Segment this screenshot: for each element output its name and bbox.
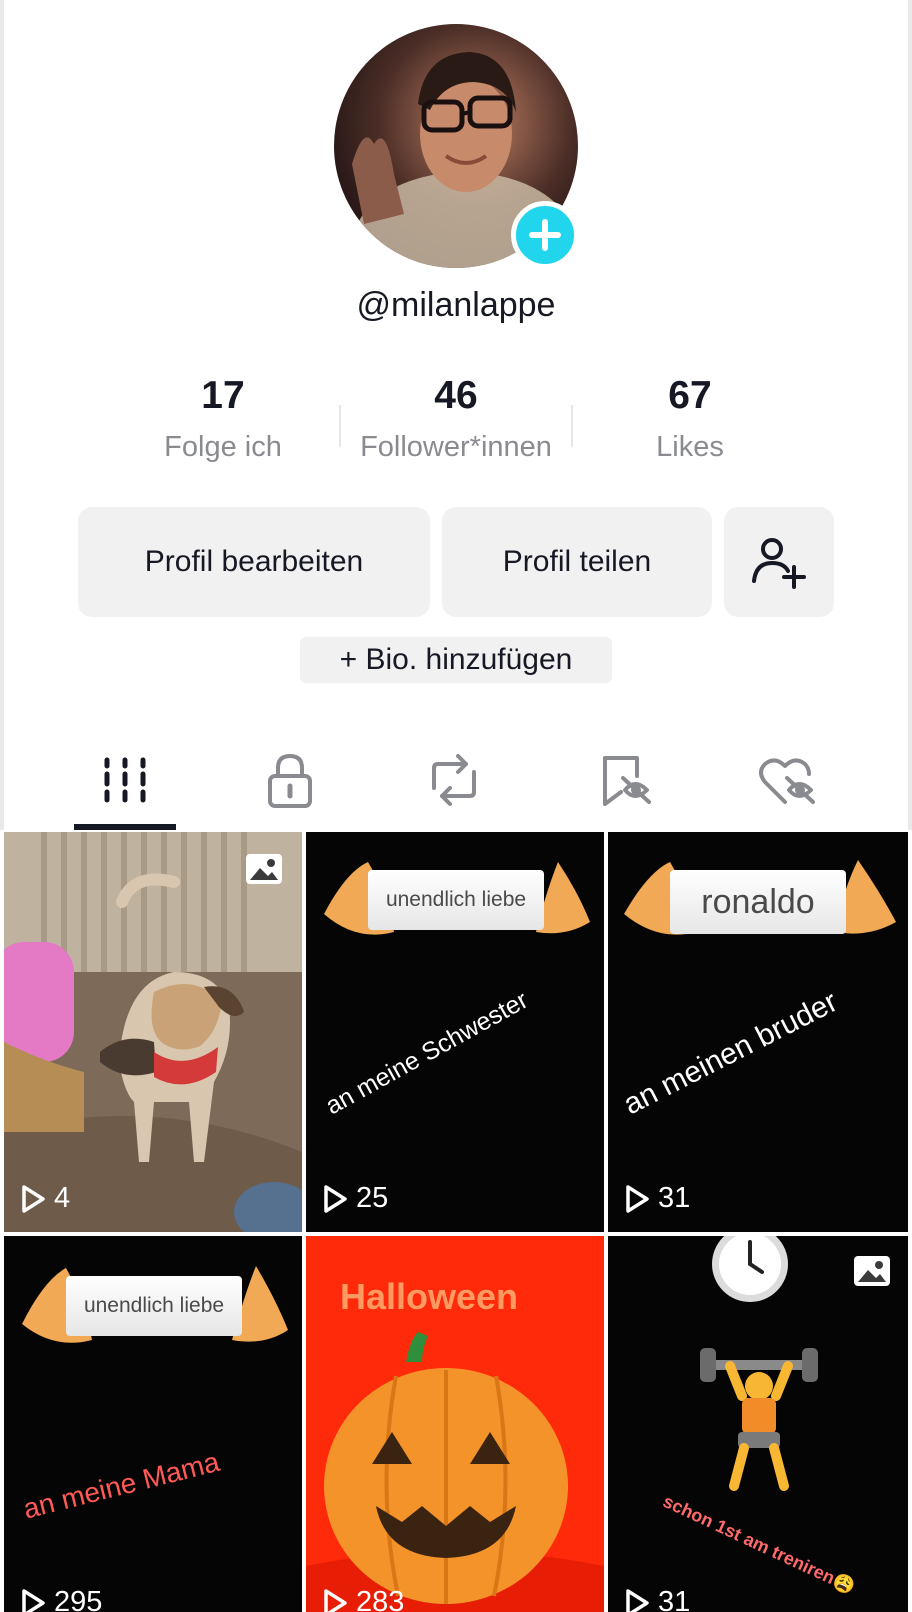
video-tile[interactable]: Halloween 283: [306, 1236, 604, 1612]
fortune-slip: unendlich liebe: [66, 1276, 242, 1336]
likes-count: 67: [668, 374, 712, 417]
view-count: 283: [322, 1586, 404, 1612]
view-count-value: 25: [356, 1182, 389, 1214]
video-title: Halloween: [340, 1276, 519, 1317]
add-friend-button[interactable]: [724, 507, 834, 617]
view-count-value: 31: [658, 1586, 691, 1612]
share-profile-button[interactable]: Profil teilen: [442, 507, 712, 617]
play-icon: [22, 1588, 45, 1612]
video-grid: 4 unendlich liebe an meine Schwester 25: [0, 830, 912, 1612]
videos-grid-icon[interactable]: [93, 748, 157, 812]
followers-count: 46: [434, 374, 478, 417]
add-story-plus-icon[interactable]: [511, 201, 579, 269]
following-count: 17: [201, 374, 245, 417]
view-count: 31: [624, 1182, 690, 1215]
view-count: 25: [322, 1182, 388, 1215]
video-tile[interactable]: schon 1st am treniren😩 31: [608, 1236, 908, 1612]
repost-icon[interactable]: [422, 748, 486, 812]
view-count: 295: [20, 1586, 102, 1612]
lock-icon[interactable]: [258, 748, 322, 812]
add-person-icon: [752, 538, 806, 589]
share-profile-label: Profil teilen: [502, 545, 652, 578]
view-count-value: 31: [658, 1182, 691, 1214]
likes-label: Likes: [656, 431, 724, 463]
play-icon: [22, 1184, 45, 1213]
username: @milanlappe: [356, 286, 556, 324]
view-count: 31: [624, 1586, 690, 1612]
stat-divider: [571, 405, 573, 447]
stat-followers[interactable]: 46 Follower*innen: [339, 376, 573, 462]
video-tile[interactable]: 4: [4, 832, 302, 1232]
stat-following[interactable]: 17 Folge ich: [144, 376, 302, 462]
video-tile[interactable]: ronaldo an meinen bruder 31: [608, 832, 908, 1232]
dog-photo: [4, 832, 302, 1232]
view-count-value: 4: [54, 1182, 71, 1214]
view-count-value: 283: [356, 1586, 405, 1612]
play-icon: [324, 1184, 347, 1213]
video-tile[interactable]: unendlich liebe an meine Mama 295: [4, 1236, 302, 1612]
followers-label: Follower*innen: [360, 431, 552, 463]
edit-profile-label: Profil bearbeiten: [144, 545, 364, 578]
liked-hidden-icon[interactable]: [755, 748, 819, 812]
fortune-slip: unendlich liebe: [368, 870, 544, 930]
bookmark-hidden-icon[interactable]: [591, 748, 655, 812]
fortune-slip: ronaldo: [670, 870, 846, 934]
profile-screen: @milanlappe 17 Folge ich 46 Follower*inn…: [0, 0, 912, 1612]
play-icon: [626, 1184, 649, 1213]
add-bio-button[interactable]: + Bio. hinzufügen: [300, 637, 612, 683]
view-count-value: 295: [54, 1586, 103, 1612]
stat-likes[interactable]: 67 Likes: [620, 376, 760, 462]
edit-profile-button[interactable]: Profil bearbeiten: [78, 507, 430, 617]
photo-badge-icon: [854, 1256, 890, 1286]
play-icon: [324, 1588, 347, 1612]
photo-badge-icon: [246, 854, 282, 884]
play-icon: [626, 1588, 649, 1612]
view-count: 4: [20, 1182, 70, 1215]
video-tile[interactable]: unendlich liebe an meine Schwester 25: [306, 832, 604, 1232]
following-label: Folge ich: [164, 431, 282, 463]
